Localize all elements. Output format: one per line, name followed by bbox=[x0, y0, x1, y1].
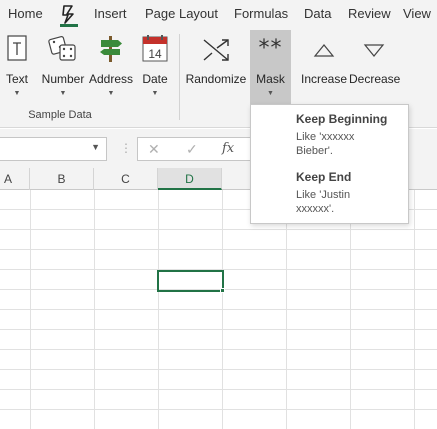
insert-function-icon[interactable]: fx bbox=[222, 141, 234, 156]
calendar-icon: 14 bbox=[142, 35, 168, 62]
column-header-a[interactable]: A bbox=[0, 168, 30, 190]
column-header-b[interactable]: B bbox=[30, 168, 94, 190]
mask-dropdown-menu: Keep Beginning Like 'xxxxxx Bieber'. Kee… bbox=[250, 104, 409, 224]
column-gridline bbox=[414, 190, 415, 429]
chevron-down-icon: ▼ bbox=[267, 90, 274, 97]
randomize-button-label: Randomize bbox=[185, 72, 247, 86]
menu-item-description: Like 'Justin xxxxxx'. bbox=[296, 188, 376, 216]
mask-button[interactable]: ** Mask ▼ bbox=[250, 30, 291, 106]
column-gridline bbox=[158, 190, 159, 429]
chevron-down-icon[interactable]: ▼ bbox=[91, 142, 100, 152]
tab-formulas[interactable]: Formulas bbox=[234, 6, 288, 21]
text-box-icon bbox=[7, 35, 27, 61]
active-tab-indicator bbox=[60, 24, 78, 27]
tab-page-layout[interactable]: Page Layout bbox=[145, 6, 218, 21]
enter-icon[interactable]: ✓ bbox=[186, 141, 198, 158]
worksheet-grid[interactable] bbox=[0, 190, 437, 429]
group-divider bbox=[179, 34, 180, 120]
date-button-label: Date bbox=[142, 72, 168, 86]
cancel-icon[interactable]: ✕ bbox=[148, 141, 160, 158]
column-header-d[interactable]: D bbox=[158, 168, 222, 190]
formula-controls: ✕ ✓ fx bbox=[137, 137, 257, 161]
tab-data[interactable]: Data bbox=[304, 6, 331, 21]
column-gridline bbox=[222, 190, 223, 429]
tab-review[interactable]: Review bbox=[348, 6, 391, 21]
chevron-down-icon: ▼ bbox=[13, 90, 21, 97]
chevron-down-icon: ▼ bbox=[151, 90, 159, 97]
tab-home[interactable]: Home bbox=[8, 6, 43, 21]
name-box[interactable]: ▼ bbox=[0, 137, 107, 161]
decrease-button[interactable]: Decrease bbox=[349, 30, 401, 102]
address-button[interactable]: Address ▼ bbox=[88, 30, 134, 102]
column-header-c[interactable]: C bbox=[94, 168, 158, 190]
formula-bar-grip: ⋮ bbox=[120, 141, 132, 155]
menu-bar: Home Insert Page Layout Formulas Data Re… bbox=[0, 0, 437, 28]
column-gridline bbox=[94, 190, 95, 429]
menu-item-title: Keep End bbox=[296, 170, 352, 184]
menu-item-description: Like 'xxxxxx Bieber'. bbox=[296, 130, 376, 158]
mask-button-label: Mask bbox=[256, 72, 285, 86]
menu-item-keep-beginning[interactable]: Keep Beginning Like 'xxxxxx Bieber'. bbox=[251, 112, 408, 158]
asterisk-mask-icon: ** bbox=[258, 36, 283, 61]
shuffle-icon bbox=[203, 39, 229, 61]
column-gridline bbox=[30, 190, 31, 429]
triangle-up-icon bbox=[313, 44, 335, 57]
increase-button-label: Increase bbox=[300, 72, 348, 86]
number-button-label: Number bbox=[41, 72, 85, 86]
sample-data-group-label: Sample Data bbox=[28, 109, 92, 121]
column-gridline bbox=[286, 190, 287, 429]
triangle-down-icon bbox=[363, 44, 385, 57]
text-button[interactable]: Text ▼ bbox=[1, 30, 33, 102]
calendar-day: 14 bbox=[148, 47, 162, 61]
menu-item-keep-end[interactable]: Keep End Like 'Justin xxxxxx'. bbox=[251, 170, 408, 216]
tab-insert[interactable]: Insert bbox=[94, 6, 127, 21]
chevron-down-icon: ▼ bbox=[59, 90, 67, 97]
column-gridline bbox=[350, 190, 351, 429]
menu-item-title: Keep Beginning bbox=[296, 112, 388, 126]
signpost-icon bbox=[100, 36, 122, 62]
decrease-button-label: Decrease bbox=[349, 72, 401, 86]
dice-icon bbox=[48, 36, 76, 61]
lightning-addin-icon[interactable] bbox=[59, 3, 79, 25]
text-button-label: Text bbox=[5, 72, 28, 86]
address-button-label: Address bbox=[88, 72, 134, 86]
menu-item-desc-line: xxxxxx'. bbox=[296, 203, 335, 215]
chevron-down-icon: ▼ bbox=[107, 90, 115, 97]
fill-handle[interactable] bbox=[220, 288, 225, 293]
menu-item-desc-line: Like 'Justin bbox=[296, 189, 351, 201]
date-button[interactable]: 14 Date ▼ bbox=[138, 30, 172, 102]
increase-button[interactable]: Increase bbox=[300, 30, 348, 102]
active-cell[interactable] bbox=[157, 270, 224, 292]
menu-item-desc-line: Like 'xxxxxx bbox=[296, 131, 355, 143]
tab-view[interactable]: View bbox=[403, 6, 431, 21]
number-button[interactable]: Number ▼ bbox=[38, 30, 88, 102]
menu-item-desc-line: Bieber'. bbox=[296, 145, 333, 157]
randomize-button[interactable]: Randomize bbox=[185, 30, 247, 102]
